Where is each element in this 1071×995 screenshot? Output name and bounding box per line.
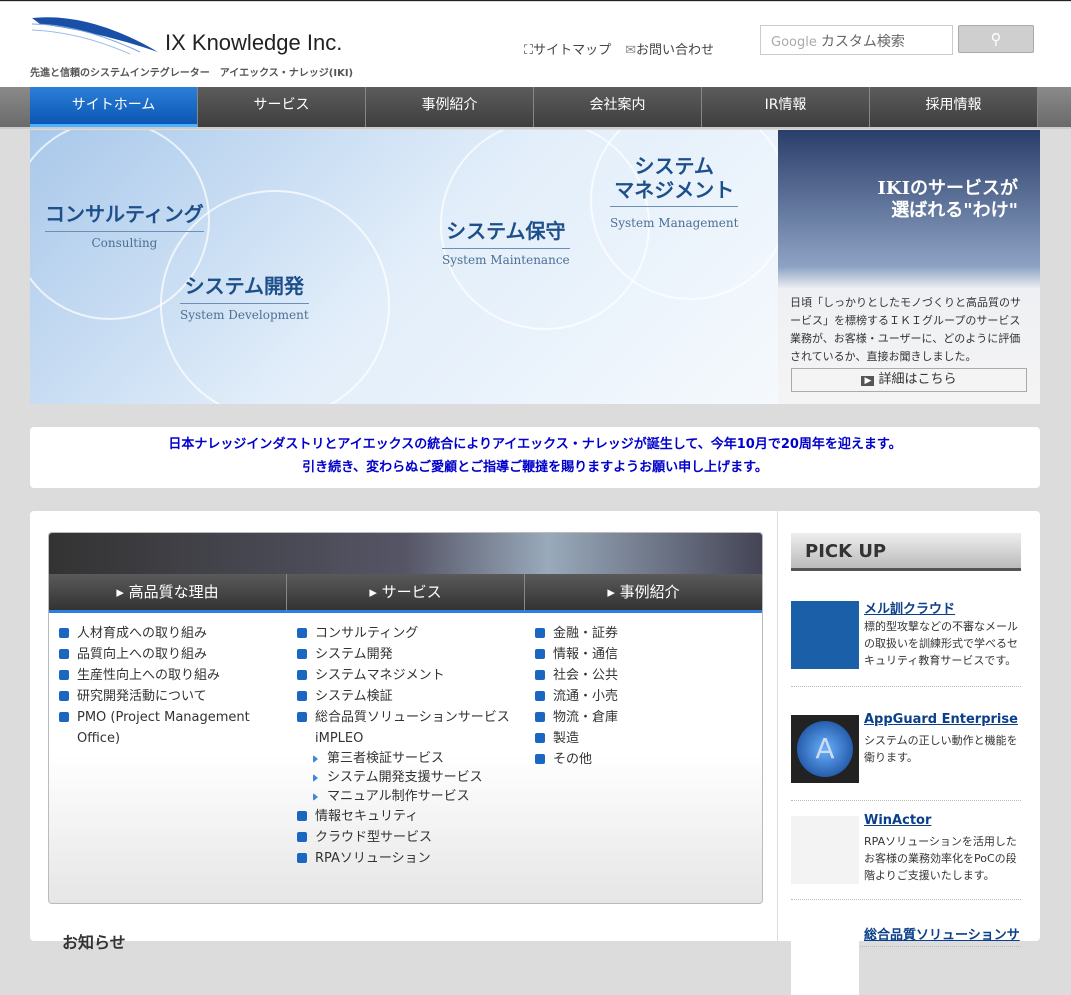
menu-link[interactable]: 第三者検証サービス: [297, 749, 515, 768]
pickup-item: WinActor RPAソリューションを活用したお客様の業務効率化をPoCの段階よ…: [791, 813, 1021, 900]
banner-consulting[interactable]: コンサルティング Consulting: [45, 198, 204, 250]
menu-box: ▸ 高品質な理由人材育成への取り組み 品質向上への取り組み 生産性向上への取り組み研…: [48, 532, 763, 904]
pickup-thumbnail[interactable]: [791, 816, 859, 884]
search-placeholder: カスタム検索: [820, 34, 905, 50]
menu-column: ▸ 高品質な理由人材育成への取り組み 品質向上への取り組み 生産性向上への取り組み研…: [49, 574, 287, 749]
pickup-sidebar: PICK UP メル訓クラウド標的型攻撃などの不審なメールの取扱いを訓練形式で学…: [777, 511, 1040, 995]
pickup-desc: RPAソリューションを活用したお客様の業務効率化をPoCの段階よりご支援いたしま…: [864, 835, 1017, 882]
pickup-desc: システムの正しい動作と機能を衛ります。: [864, 734, 1018, 764]
menu-link[interactable]: 研究開発活動について: [59, 686, 277, 707]
details-button[interactable]: ▶ 詳細はこちら: [791, 368, 1027, 392]
search-icon: ⚲: [990, 30, 1002, 48]
column-title: 高品質な理由: [128, 583, 219, 601]
pickup-link[interactable]: WinActor: [864, 813, 931, 828]
column-title: 事例紹介: [619, 583, 680, 601]
main-panel: ▸ 高品質な理由人材育成への取り組み 品質向上への取り組み 生産性向上への取り組み研…: [30, 511, 1040, 995]
contact-label: お問い合わせ: [636, 43, 715, 58]
pickup-link[interactable]: AppGuard Enterprise: [864, 712, 1018, 727]
banner-en: Consulting: [45, 231, 204, 250]
menu-column: ▸ 事例紹介金融・証券 情報・通信 社会・公共 流通・小売 物流・倉庫 製造 その他: [525, 574, 762, 770]
banner-en: System Maintenance: [442, 248, 570, 267]
banner-en: System Development: [180, 303, 309, 322]
menu-link[interactable]: 情報・通信: [535, 644, 753, 665]
notice-line: 引き続き、変わらぬご愛顧とご指導ご鞭撻を賜りますようお願い申し上げます。: [302, 460, 768, 475]
menu-box-image: [49, 533, 762, 574]
pickup-item: A AppGuard Enterprise システムの正しい動作と機能を衛ります。: [791, 712, 1021, 801]
menu-link[interactable]: 物流・倉庫: [535, 707, 753, 728]
notice-box: 日本ナレッジインダストリとアイエックスの統合によりアイエックス・ナレッジが誕生し…: [30, 427, 1040, 488]
pickup-thumbnail[interactable]: [791, 601, 859, 669]
menu-link[interactable]: RPAソリューション: [297, 848, 515, 869]
menu-link[interactable]: システムマネジメント: [297, 665, 515, 686]
contact-link[interactable]: ✉お問い合わせ: [625, 39, 714, 58]
tagline: 先進と信頼のシステムインテグレーター アイエックス・ナレッジ(IKI): [30, 68, 354, 79]
menu-link[interactable]: 品質向上への取り組み: [59, 644, 277, 665]
menu-link[interactable]: クラウド型サービス: [297, 827, 515, 848]
menu-link[interactable]: システム検証: [297, 686, 515, 707]
menu-link[interactable]: 社会・公共: [535, 665, 753, 686]
menu-link[interactable]: 生産性向上への取り組み: [59, 665, 277, 686]
banner-management[interactable]: システム マネジメント System Management: [610, 154, 739, 235]
search-input[interactable]: Google カスタム検索: [760, 25, 953, 55]
menu-link[interactable]: 人材育成への取り組み: [59, 623, 277, 644]
sitemap-label: サイトマップ: [533, 43, 612, 58]
column-header[interactable]: ▸ 事例紹介: [525, 574, 762, 613]
nav-ir[interactable]: IR情報: [702, 87, 870, 127]
nav-company[interactable]: 会社案内: [534, 87, 702, 127]
column-title: サービス: [381, 583, 442, 601]
menu-link[interactable]: その他: [535, 749, 753, 770]
hero-banner[interactable]: コンサルティング Consulting システム開発 System Developm…: [30, 130, 778, 404]
menu-link[interactable]: 情報セキュリティ: [297, 806, 515, 827]
pickup-item: 総合品質ソリューションサ: [791, 924, 1021, 995]
logo-swoosh-icon: [31, 17, 158, 55]
sitemap-link[interactable]: ⛶サイトマップ: [524, 39, 611, 58]
menu-link[interactable]: 流通・小売: [535, 686, 753, 707]
menu-link[interactable]: PMO (Project Management Office): [59, 707, 277, 749]
arrow-right-icon: ▶: [861, 376, 875, 386]
column-header[interactable]: ▸ 高品質な理由: [49, 574, 287, 613]
pickup-link[interactable]: 総合品質ソリューションサ: [864, 924, 1020, 943]
banner-jp: システム保守: [446, 219, 566, 243]
nav-recruit[interactable]: 採用情報: [870, 87, 1038, 127]
search-button[interactable]: ⚲: [958, 25, 1034, 53]
menu-link[interactable]: 製造: [535, 728, 753, 749]
pickup-desc: 標的型攻撃などの不審なメールの取扱いを訓練形式で学べるセキュリティ教育サービスで…: [864, 620, 1018, 667]
logo-text: IX Knowledge Inc.: [165, 30, 343, 55]
nav-home[interactable]: サイトホーム: [30, 87, 198, 127]
banner-jp: コンサルティング: [45, 202, 204, 226]
menu-link[interactable]: システム開発支援サービス: [297, 768, 515, 787]
mail-icon: ✉: [625, 43, 637, 58]
notice-line: 日本ナレッジインダストリとアイエックスの統合によりアイエックス・ナレッジが誕生し…: [168, 437, 902, 452]
column-header[interactable]: ▸ サービス: [287, 574, 525, 613]
details-label: 詳細はこちら: [878, 372, 957, 387]
pickup-heading: PICK UP: [791, 533, 1021, 571]
promo-panel: IKIのサービスが 選ばれる"わけ" 日頃「しっかりとしたモノづくりと高品質のサー…: [778, 130, 1040, 404]
banner-en: System Management: [610, 206, 739, 235]
banner-jp: システム開発: [184, 274, 305, 298]
logo[interactable]: IX Knowledge Inc. 先進と信頼のシステムインテグレーター アイエ…: [30, 12, 370, 82]
nav-services[interactable]: サービス: [198, 87, 366, 127]
menu-link[interactable]: システム開発: [297, 644, 515, 665]
menu-link[interactable]: 金融・証券: [535, 623, 753, 644]
menu-link[interactable]: コンサルティング: [297, 623, 515, 644]
pickup-item: メル訓クラウド標的型攻撃などの不審なメールの取扱いを訓練形式で学べるセキュリティ…: [791, 601, 1021, 687]
banner-maintenance[interactable]: システム保守 System Maintenance: [442, 215, 570, 267]
menu-link[interactable]: 総合品質ソリューションサービスiMPLEO: [297, 707, 515, 749]
promo-text: 日頃「しっかりとしたモノづくりと高品質のサービス」を標榜するＩＫＩグループのサー…: [790, 296, 1021, 363]
google-brand: Google: [771, 35, 817, 50]
menu-column: ▸ サービスコンサルティング システム開発 システムマネジメント システム検証 総合品質…: [287, 574, 525, 869]
pickup-thumbnail[interactable]: A: [791, 715, 859, 783]
header: IX Knowledge Inc. 先進と信頼のシステムインテグレーター アイエ…: [0, 2, 1071, 87]
menu-link[interactable]: マニュアル制作サービス: [297, 787, 515, 806]
banner-jp: システム マネジメント: [614, 154, 735, 202]
pickup-link[interactable]: メル訓クラウド: [864, 598, 955, 617]
promo-title: IKIのサービスが 選ばれる"わけ": [877, 178, 1018, 221]
main-nav: サイトホーム サービス 事例紹介 会社案内 IR情報 採用情報: [0, 87, 1071, 129]
nav-cases[interactable]: 事例紹介: [366, 87, 534, 127]
banner-development[interactable]: システム開発 System Development: [180, 270, 309, 322]
pickup-thumbnail[interactable]: [791, 927, 859, 995]
